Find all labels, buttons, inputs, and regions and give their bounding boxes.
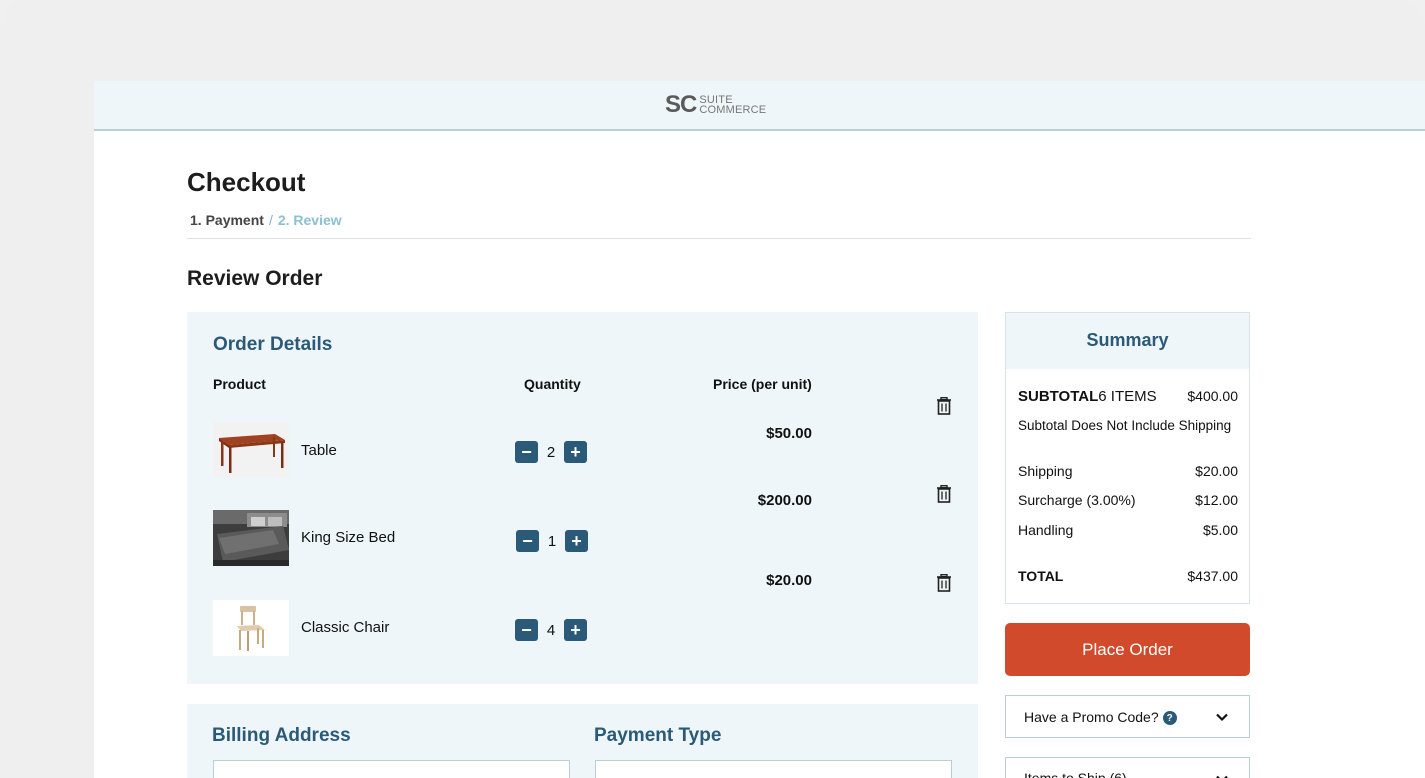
order-summary: Summary SUBTOTAL6 ITEMS $400.00 Subtotal… (1005, 312, 1250, 604)
total-row: TOTAL $437.00 (1018, 568, 1238, 584)
shipping-value: $20.00 (1195, 463, 1238, 479)
help-icon[interactable]: ? (1162, 711, 1177, 725)
subtotal-value: $400.00 (1187, 388, 1238, 404)
promo-code-toggle[interactable]: Have a Promo Code? ? (1005, 695, 1250, 738)
product-image-table[interactable] (213, 422, 289, 478)
handling-row: Handling $5.00 (1018, 522, 1238, 538)
unit-price: $20.00 (766, 572, 812, 589)
product-image-chair[interactable] (213, 600, 289, 656)
surcharge-row: Surcharge (3.00%) $12.00 (1018, 492, 1238, 508)
place-order-button[interactable]: Place Order (1005, 623, 1250, 676)
increase-quantity-button[interactable]: + (564, 619, 587, 641)
handling-value: $5.00 (1202, 522, 1238, 538)
trash-icon[interactable] (936, 574, 952, 592)
unit-price: $200.00 (757, 492, 812, 509)
surcharge-value: $12.00 (1195, 492, 1238, 508)
section-title: Review Order (187, 267, 323, 290)
items-to-ship-label: Items to Ship (6) (1024, 770, 1127, 778)
product-column-header: Product (213, 376, 266, 392)
quantity-value[interactable]: 2 (538, 444, 564, 461)
increase-quantity-button[interactable]: + (565, 530, 588, 552)
handling-label: Handling (1018, 522, 1074, 538)
promo-code-label: Have a Promo Code? (1024, 708, 1159, 725)
shipping-row: Shipping $20.00 (1018, 463, 1238, 479)
increase-quantity-button[interactable]: + (564, 441, 587, 463)
subtotal-note: Subtotal Does Not Include Shipping (1018, 418, 1232, 433)
billing-address-title: Billing Address (212, 725, 351, 746)
product-name[interactable]: King Size Bed (301, 529, 395, 546)
product-name[interactable]: Classic Chair (301, 619, 389, 636)
page-title: Checkout (187, 167, 306, 197)
total-label: TOTAL (1018, 568, 1064, 584)
items-to-ship-toggle[interactable]: Items to Ship (6) (1005, 757, 1250, 778)
quantity-value[interactable]: 4 (538, 622, 564, 639)
trash-icon[interactable] (936, 397, 952, 415)
header-bar: SC SUITE COMMERCE (94, 81, 1425, 131)
price-column-header: Price (per unit) (713, 376, 812, 392)
divider (187, 238, 1251, 239)
subtotal-label: SUBTOTAL (1018, 388, 1099, 405)
chevron-down-icon (1216, 775, 1228, 778)
billing-address-box[interactable] (213, 760, 570, 778)
subtotal-items: 6 ITEMS (1098, 388, 1157, 405)
unit-price: $50.00 (766, 425, 812, 442)
order-details-panel: Order Details Product Quantity Price (pe… (187, 312, 978, 684)
decrease-quantity-button[interactable]: − (515, 619, 538, 641)
app-frame: SC SUITE COMMERCE Checkout 1. Payment / … (0, 0, 1425, 778)
step-payment[interactable]: 1. Payment (190, 212, 264, 228)
quantity-stepper: − 4 + (515, 619, 587, 641)
checkout-steps: 1. Payment / 2. Review (190, 212, 342, 228)
decrease-quantity-button[interactable]: − (515, 441, 538, 463)
decrease-quantity-button[interactable]: − (516, 530, 539, 552)
chevron-down-icon (1216, 713, 1228, 722)
payment-type-title: Payment Type (594, 725, 722, 746)
step-review[interactable]: 2. Review (278, 212, 342, 228)
quantity-value[interactable]: 1 (539, 533, 565, 550)
shipping-label: Shipping (1018, 463, 1073, 479)
step-separator: / (268, 212, 273, 228)
total-value: $437.00 (1187, 568, 1238, 584)
quantity-stepper: − 2 + (515, 441, 587, 463)
billing-payment-panel: Billing Address Payment Type (187, 704, 978, 778)
payment-type-box[interactable] (595, 760, 952, 778)
product-image-bed[interactable] (213, 510, 289, 566)
product-name[interactable]: Table (301, 442, 337, 459)
logo-line2: COMMERCE (699, 104, 767, 116)
suitecommerce-logo[interactable]: SC SUITE COMMERCE (665, 93, 766, 117)
summary-title: Summary (1086, 330, 1169, 350)
subtotal-row: SUBTOTAL6 ITEMS $400.00 (1018, 388, 1238, 405)
order-details-title: Order Details (213, 334, 333, 355)
quantity-stepper: − 1 + (516, 530, 588, 552)
checkout-window: SC SUITE COMMERCE Checkout 1. Payment / … (94, 81, 1425, 778)
trash-icon[interactable] (936, 485, 952, 503)
surcharge-label: Surcharge (3.00%) (1018, 492, 1136, 508)
logo-mark: SC (665, 91, 697, 118)
quantity-column-header: Quantity (524, 376, 581, 392)
